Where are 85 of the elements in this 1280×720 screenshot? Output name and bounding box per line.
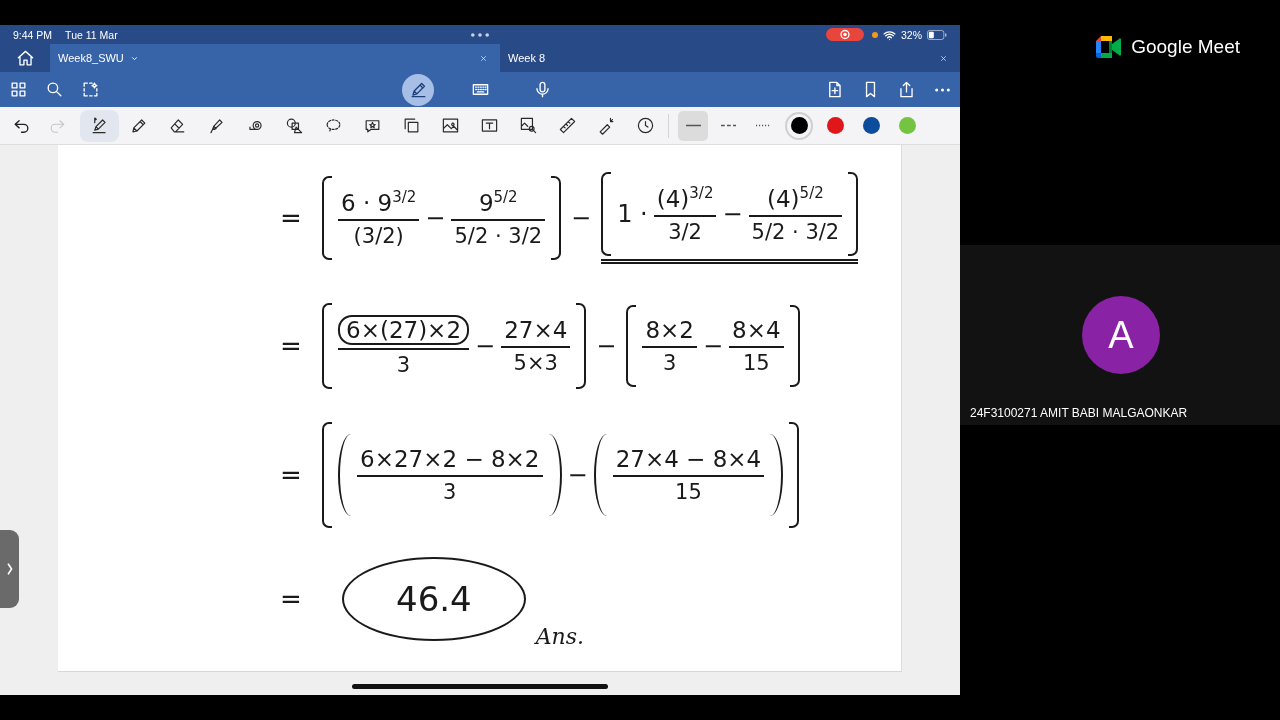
fraction-denominator: 3/2 [653,214,717,244]
fraction-numerator: 27×4 [503,317,569,345]
status-dot-icon [872,31,878,38]
circled-numerator: 6×(27)×2 [338,315,470,345]
image-icon [441,116,460,135]
close-icon[interactable] [479,53,488,63]
color-button[interactable] [785,111,813,140]
side-panel-handle[interactable] [0,530,19,608]
home-icon [15,48,35,68]
grid-icon [8,80,28,99]
fraction-denominator: 5×3 [501,346,571,375]
ruler-icon [558,116,577,135]
chevron-right-icon [5,561,14,577]
fraction-numerator: 6 · 9$^{3/2}$ [340,188,418,218]
fraction-numerator: 6×27×2 − 8×2 [359,446,541,474]
multitasking-dots-icon[interactable] [471,32,489,37]
pen-mode-button[interactable] [402,73,434,106]
right-bracket-icon [848,172,859,256]
shapes-icon [285,116,304,135]
clock-icon [636,116,655,135]
fraction-denominator: 3 [338,348,470,377]
highlighter-icon [207,116,226,135]
handwritten-term: − [571,204,592,232]
fraction-numerator: 8×2 [644,317,695,345]
handwritten-term: − [702,332,724,360]
image-search-icon [519,116,538,135]
close-icon[interactable] [939,53,948,63]
handwritten-term: − [475,332,496,360]
participant-name: 24F3100271 AMIT BABI MALGAONKAR [970,406,1188,420]
right-bracket-icon [789,422,800,528]
dashed-line-icon [720,124,736,127]
video-camera-logo-icon [1096,36,1124,58]
fraction-numerator: 27×4 − 8×4 [614,446,763,474]
handwritten-term: − [567,461,588,489]
laser-pointer-icon [597,116,616,135]
screen-recording-icon [826,28,864,41]
battery-percentage: 32% [901,28,922,41]
pen-tool[interactable] [80,109,119,142]
fraction-numerator: (4)$^{3/2}$ [655,184,715,214]
handwritten-note: Ans. [535,624,585,649]
participant-avatar: A [1082,296,1160,374]
handwritten-term: 1 · [617,200,648,228]
fraction-denominator: 5/2 · 3/2 [451,218,546,248]
handwritten-term: − [596,332,617,360]
left-bracket-icon [322,303,332,389]
left-bracket-icon [322,422,332,528]
fraction-denominator: (3/2) [338,218,420,248]
app-brand-name: Google Meet [1131,36,1240,58]
status-date: Tue 11 Mar [65,28,118,41]
fraction-denominator: 15 [612,475,765,504]
equals-sign: = [280,584,303,614]
circled-answer: 46.4 [342,557,526,641]
fraction-numerator: 9$^{5/2}$ [477,188,519,218]
left-bracket-icon [322,176,332,260]
pen-icon [90,116,109,135]
fraction-denominator: 5/2 · 3/2 [748,214,843,244]
equals-sign: = [280,203,303,233]
dotted-line-icon [755,124,771,127]
right-bracket-icon [551,176,562,260]
text-box-icon [480,116,499,135]
pencil-icon [129,116,148,135]
document-tab[interactable]: Week 8 [500,44,960,72]
solid-line-icon [685,124,701,127]
lasso-icon [324,116,343,135]
right-bracket-icon [576,303,587,389]
right-bracket-icon [789,305,800,387]
eraser-icon [168,116,187,135]
equals-sign: = [280,460,303,490]
fraction-numerator: 8×4 [731,317,782,345]
wifi-icon [883,28,896,41]
handwritten-term: − [722,200,743,228]
equals-sign: = [280,331,303,361]
left-bracket-icon [601,172,612,256]
selection-icon [80,80,100,99]
fraction-denominator: 3 [357,475,543,504]
battery-icon [927,29,947,40]
left-bracket-icon [626,305,637,387]
fraction-denominator: 15 [729,346,784,375]
status-time: 9:44 PM [13,28,53,41]
more-icon [934,87,950,92]
stacked-squares-icon [402,116,421,135]
fraction-denominator: 3 [642,346,697,375]
handwritten-term: − [425,204,446,232]
document-tab[interactable]: Week8_SWU [50,44,500,72]
fraction-numerator: (4)$^{5/2}$ [766,184,825,214]
